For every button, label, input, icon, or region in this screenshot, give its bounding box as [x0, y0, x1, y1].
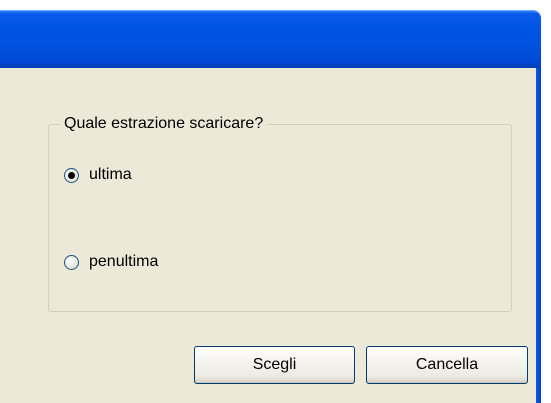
title-bar[interactable] [0, 10, 541, 68]
groupbox-label: Quale estrazione scaricare? [60, 114, 268, 134]
cancel-button[interactable]: Cancella [366, 346, 528, 384]
dialog-window: Quale estrazione scaricare? ultima penul… [0, 0, 551, 403]
radio-label-penultima: penultima [89, 253, 159, 270]
window-border-right [536, 68, 541, 403]
radio-option-penultima[interactable]: penultima [64, 253, 158, 271]
window-backdrop [541, 18, 551, 403]
radio-label-ultima: ultima [89, 166, 132, 183]
radio-option-ultima[interactable]: ultima [64, 166, 132, 184]
extraction-groupbox [48, 124, 512, 312]
radio-button-ultima[interactable] [64, 167, 79, 183]
radio-button-penultima[interactable] [64, 254, 79, 270]
choose-button[interactable]: Scegli [194, 346, 355, 384]
